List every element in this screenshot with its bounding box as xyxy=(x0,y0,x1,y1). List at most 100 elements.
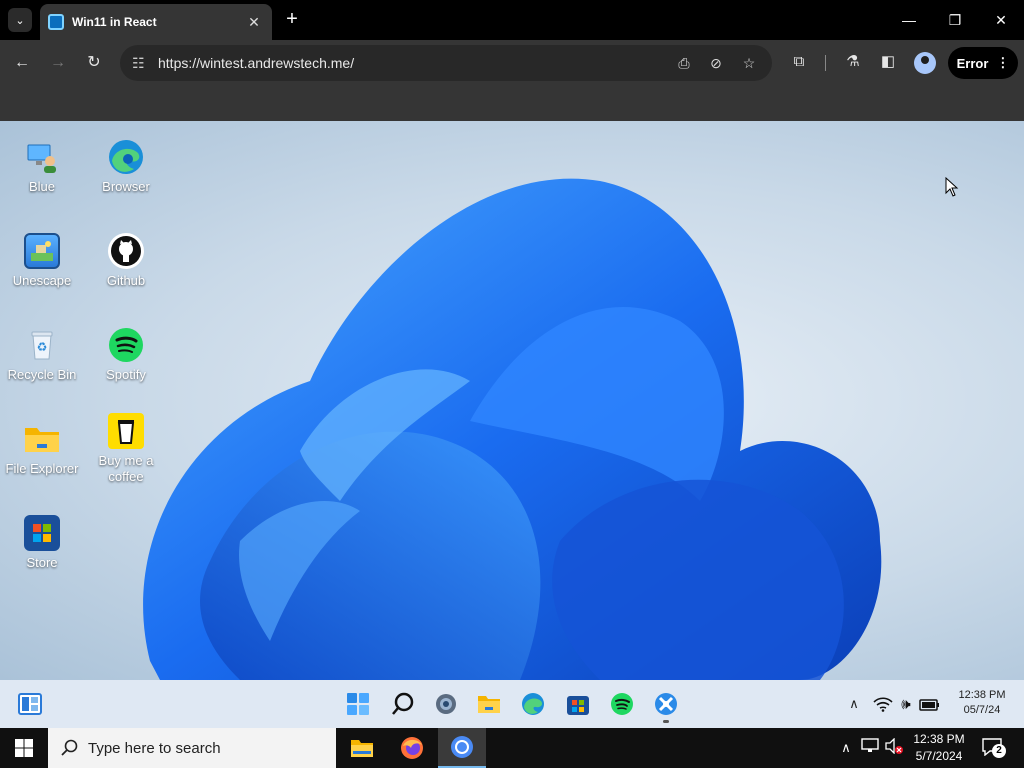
desktop-icon-label: Buy me a coffee xyxy=(98,453,154,484)
desktop-icon-label: Store xyxy=(26,555,58,570)
arrow-left-icon: ← xyxy=(14,54,30,71)
forward-button[interactable]: → xyxy=(45,50,71,76)
close-window-button[interactable]: ✕ xyxy=(986,6,1016,34)
svg-text:♻: ♻ xyxy=(37,340,48,354)
desktop-icon-label: Recycle Bin xyxy=(7,367,77,382)
wallpaper-bloom xyxy=(143,178,882,680)
edge-icon xyxy=(108,139,144,175)
maximize-button[interactable]: ❐ xyxy=(940,6,970,34)
desktop-icon-spotify[interactable]: Spotify xyxy=(84,327,168,383)
store-icon xyxy=(24,515,60,551)
desktop-icon-browser[interactable]: Browser xyxy=(84,139,168,195)
tab-close-icon[interactable]: ✕ xyxy=(246,14,262,31)
bookmark-star-icon[interactable]: ☆ xyxy=(739,53,759,73)
action-center-button[interactable]: 2 xyxy=(982,738,1006,758)
reload-icon: ↻ xyxy=(87,54,101,71)
windows-logo-icon xyxy=(15,739,33,757)
volume-icon[interactable]: 🕪 xyxy=(894,692,918,716)
host-clock-time: 12:38 PM xyxy=(913,732,965,746)
file-explorer-icon[interactable] xyxy=(477,692,501,716)
chrome-icon xyxy=(451,736,473,758)
store-icon[interactable] xyxy=(566,692,590,716)
host-firefox-button[interactable] xyxy=(388,728,436,768)
host-start-button[interactable] xyxy=(0,728,48,768)
desktop-icon-label: Browser xyxy=(102,179,150,194)
coffee-icon xyxy=(108,413,144,449)
error-menu-button[interactable]: Error ⋮ xyxy=(948,47,1018,79)
new-tab-button[interactable]: + xyxy=(280,8,304,32)
chevron-up-icon[interactable]: ∧ xyxy=(842,692,866,716)
search-icon xyxy=(61,739,78,756)
recycle-bin-icon: ♻ xyxy=(24,327,60,363)
desktop-icon-label: Spotify xyxy=(106,367,146,382)
mouse-cursor-icon xyxy=(945,177,959,197)
volume-muted-icon[interactable] xyxy=(884,737,904,758)
reload-button[interactable]: ↻ xyxy=(81,50,107,76)
kebab-menu-icon: ⋮ xyxy=(996,55,1010,70)
browser-title-bar: ⌄ Win11 in React ✕ + — ❐ ✕ xyxy=(0,0,1024,40)
win11-clock[interactable]: 12:38 PM 05/7/24 xyxy=(950,688,1014,718)
desktop-icon-label: Blue xyxy=(28,179,56,194)
desktop-icon-recycle-bin[interactable]: ♻ Recycle Bin xyxy=(0,327,84,383)
spotify-icon xyxy=(108,327,144,363)
tab-title: Win11 in React xyxy=(72,15,157,29)
host-chrome-button[interactable] xyxy=(438,728,486,768)
settings-icon[interactable] xyxy=(434,692,458,716)
desktop-icon-label: Unescape xyxy=(12,273,72,288)
desktop-icon-unescape[interactable]: Unescape xyxy=(0,233,84,289)
install-app-icon[interactable]: ⎙ xyxy=(674,53,694,73)
chevron-down-icon: ⌄ xyxy=(15,14,25,27)
widgets-icon[interactable] xyxy=(18,692,42,716)
edge-icon[interactable] xyxy=(521,692,545,716)
minimize-button[interactable]: — xyxy=(894,6,924,34)
search-placeholder: Type here to search xyxy=(88,739,221,757)
unescape-icon xyxy=(24,233,60,269)
extensions-icon[interactable]: ⧉ xyxy=(788,51,810,73)
eye-off-icon[interactable]: ⊘ xyxy=(706,53,726,73)
github-icon xyxy=(108,233,144,269)
app-icon[interactable] xyxy=(654,692,678,716)
win11-taskbar: ∧ 🕪 12:38 PM 05/7/24 xyxy=(0,680,1024,728)
host-clock-date: 5/7/2024 xyxy=(915,749,963,763)
desktop-icon-github[interactable]: Github xyxy=(84,233,168,289)
spotify-icon[interactable] xyxy=(610,692,634,716)
win11-clock-date: 05/7/24 xyxy=(963,704,1001,716)
tab-favicon-icon xyxy=(48,14,64,30)
url-text[interactable]: https://wintest.andrewstech.me/ xyxy=(158,55,354,71)
browser-tab[interactable]: Win11 in React ✕ xyxy=(40,4,272,40)
site-info-icon[interactable]: ☷ xyxy=(132,55,152,72)
host-clock[interactable]: 12:38 PM 5/7/2024 xyxy=(908,731,970,765)
show-hidden-icons-chevron-icon[interactable]: ∧ xyxy=(836,738,856,758)
folder-icon xyxy=(351,740,373,757)
tab-search-button[interactable]: ⌄ xyxy=(8,8,32,32)
win11-clock-time: 12:38 PM xyxy=(958,689,1006,701)
start-icon[interactable] xyxy=(346,692,370,716)
page-top-strip xyxy=(0,86,1024,121)
wifi-icon[interactable] xyxy=(871,692,895,716)
labs-flask-icon[interactable]: ⚗ xyxy=(842,51,864,73)
active-app-indicator xyxy=(663,720,669,723)
desktop-icon-store[interactable]: Store xyxy=(0,515,84,571)
desktop-icon-label: Github xyxy=(106,273,146,288)
desktop-icon-file-explorer[interactable]: File Explorer xyxy=(0,421,84,477)
search-icon[interactable] xyxy=(391,692,415,716)
profile-avatar-icon[interactable] xyxy=(914,52,936,74)
pc-user-icon xyxy=(24,139,60,175)
folder-icon xyxy=(24,421,60,457)
host-search-box[interactable]: Type here to search xyxy=(48,728,336,768)
desktop-icon-label: File Explorer xyxy=(5,461,79,476)
notification-count-badge: 2 xyxy=(992,744,1006,758)
win11-desktop[interactable]: Blue Unescape ♻ Recycle Bin File Explore… xyxy=(0,121,1024,680)
back-button[interactable]: ← xyxy=(9,50,35,76)
arrow-right-icon: → xyxy=(50,54,66,71)
host-file-explorer-button[interactable] xyxy=(338,728,386,768)
desktop-icon-blue[interactable]: Blue xyxy=(0,139,84,195)
error-label: Error xyxy=(956,55,989,71)
battery-icon[interactable] xyxy=(918,692,942,716)
desktop-icon-buy-me-a-coffee[interactable]: Buy me a coffee xyxy=(84,413,168,485)
host-taskbar: Type here to search ∧ 12:38 PM 5/7/2024 … xyxy=(0,728,1024,768)
network-icon[interactable] xyxy=(860,738,880,758)
firefox-icon xyxy=(401,737,423,759)
toolbar-divider xyxy=(825,55,826,71)
side-panel-icon[interactable]: ◧ xyxy=(877,51,899,73)
